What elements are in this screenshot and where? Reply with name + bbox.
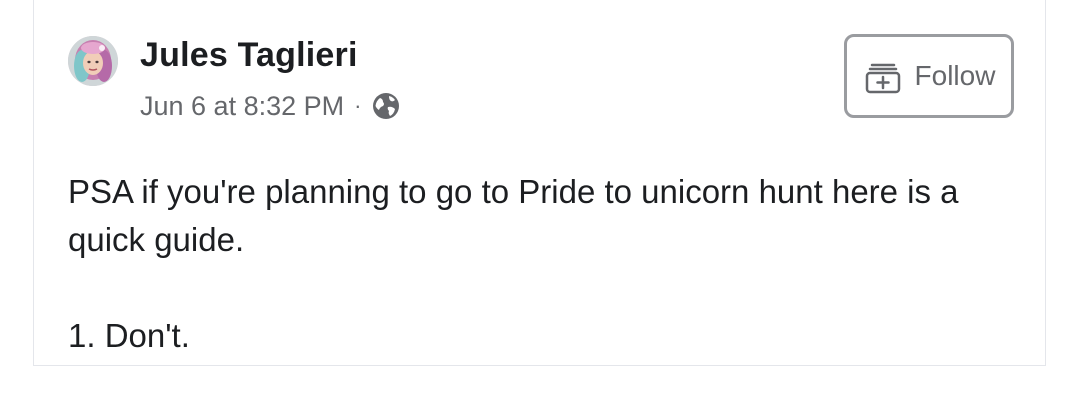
avatar[interactable] [68,36,118,86]
add-follow-icon [863,56,903,96]
post-card: Jules Taglieri Jun 6 at 8:32 PM · Follow… [33,0,1046,366]
post-text: PSA if you're planning to go to Pride to… [68,168,1028,360]
post-timestamp[interactable]: Jun 6 at 8:32 PM [140,91,344,122]
follow-label: Follow [914,60,996,91]
post-text-line: 1. Don't. [68,317,190,354]
follow-button[interactable]: Follow [844,34,1014,118]
author-name[interactable]: Jules Taglieri [140,36,358,75]
page: Jules Taglieri Jun 6 at 8:32 PM · Follow… [0,0,1080,404]
post-text-line: PSA if you're planning to go to Pride to… [68,173,959,258]
globe-icon[interactable] [371,91,401,121]
post-meta: Jun 6 at 8:32 PM · [140,88,401,124]
avatar-image [68,36,118,86]
meta-separator: · [354,93,362,118]
